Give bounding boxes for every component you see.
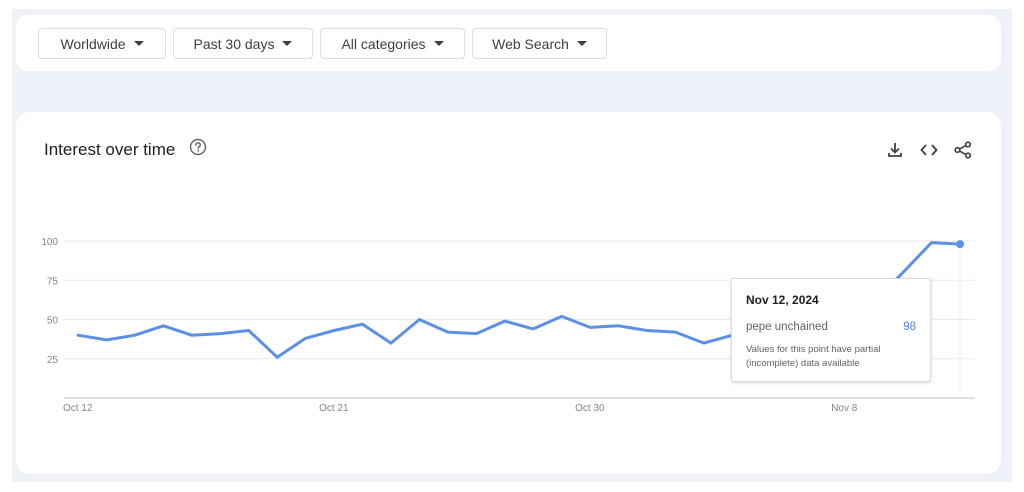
interest-line-chart: 25 50 75 100 Oct 12 Oct 21 Oct 30 Nov 8	[41, 237, 975, 414]
data-point-tooltip: Nov 12, 2024 pepe unchained 98 Values fo…	[731, 278, 931, 382]
y-tick-label: 100	[41, 237, 58, 248]
x-tick-label: Nov 8	[831, 403, 858, 414]
y-tick-label: 25	[47, 355, 59, 366]
x-tick-label: Oct 30	[575, 403, 605, 414]
tooltip-note: Values for this point have partial (inco…	[746, 344, 881, 369]
tooltip-value: 98	[903, 321, 916, 333]
x-tick-label: Oct 12	[63, 403, 93, 414]
highlighted-data-point	[956, 240, 964, 249]
tooltip-date: Nov 12, 2024	[746, 293, 819, 307]
x-tick-label: Oct 21	[319, 403, 349, 414]
y-tick-label: 50	[47, 316, 59, 327]
y-tick-label: 75	[47, 276, 59, 287]
tooltip-term: pepe unchained	[746, 321, 828, 333]
